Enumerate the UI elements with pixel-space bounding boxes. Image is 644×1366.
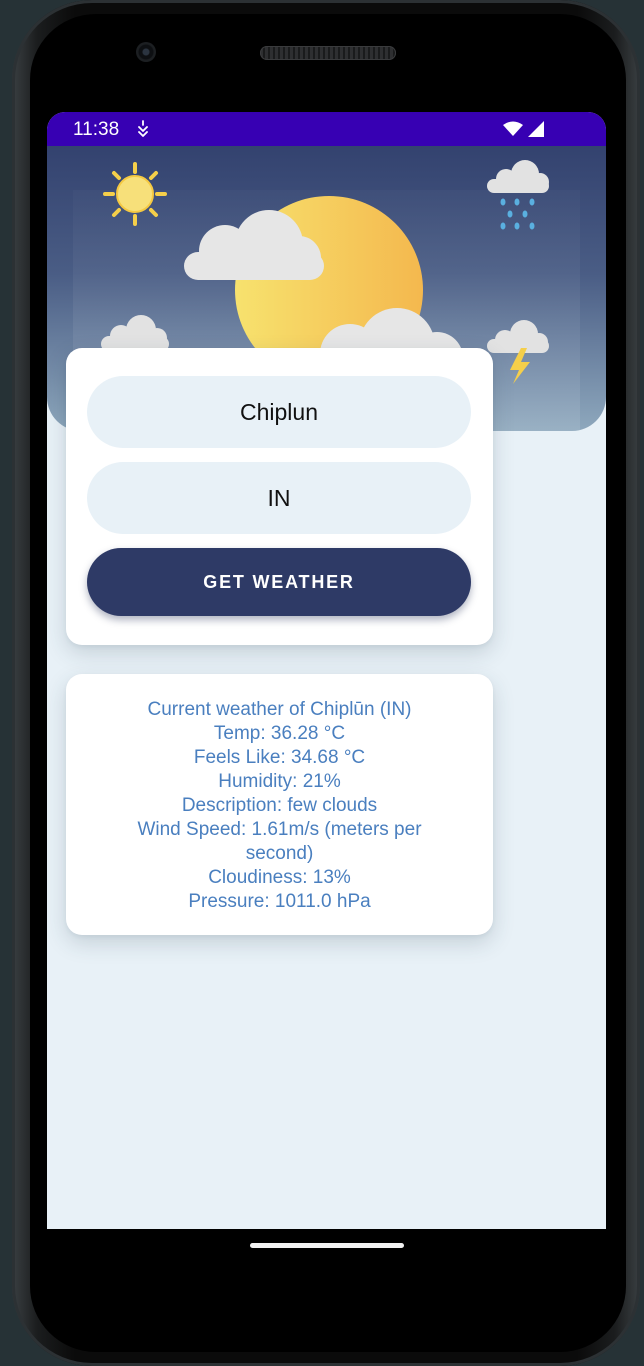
cellular-signal-icon: [528, 121, 544, 137]
thunder-cloud-icon: [487, 320, 549, 384]
app-notification-icon: [138, 120, 148, 137]
wifi-icon: [503, 121, 523, 136]
earpiece-speaker: [260, 46, 396, 60]
get-weather-button[interactable]: GET WEATHER: [87, 548, 471, 616]
location-form-card: GET WEATHER: [66, 348, 493, 645]
home-gesture-handle[interactable]: [250, 1243, 404, 1248]
result-temp: Temp: 36.28 °C: [213, 723, 346, 744]
status-time: 11:38: [73, 119, 120, 140]
rain-cloud-icon: [487, 160, 549, 230]
result-description: Description: few clouds: [181, 795, 378, 816]
result-cloudiness: Cloudiness: 13%: [208, 867, 351, 888]
weather-result-card: Current weather of Chiplūn (IN) Temp: 36…: [66, 674, 493, 935]
weather-result-text: Current weather of Chiplūn (IN) Temp: 36…: [106, 698, 453, 914]
city-input[interactable]: [87, 376, 471, 448]
status-bar: 11:38: [47, 112, 606, 146]
front-camera: [136, 42, 156, 62]
sun-icon: [103, 162, 167, 226]
result-wind-speed: Wind Speed: 1.61m/s (meters per second): [137, 819, 422, 864]
result-feels-like: Feels Like: 34.68 °C: [193, 747, 366, 768]
result-humidity: Humidity: 21%: [218, 771, 341, 792]
country-code-input[interactable]: [87, 462, 471, 534]
result-pressure: Pressure: 1011.0 hPa: [188, 891, 371, 912]
app-screen: 11:38: [47, 112, 606, 1229]
result-title: Current weather of Chiplūn (IN): [147, 699, 412, 720]
navigation-bar: [47, 1229, 606, 1289]
